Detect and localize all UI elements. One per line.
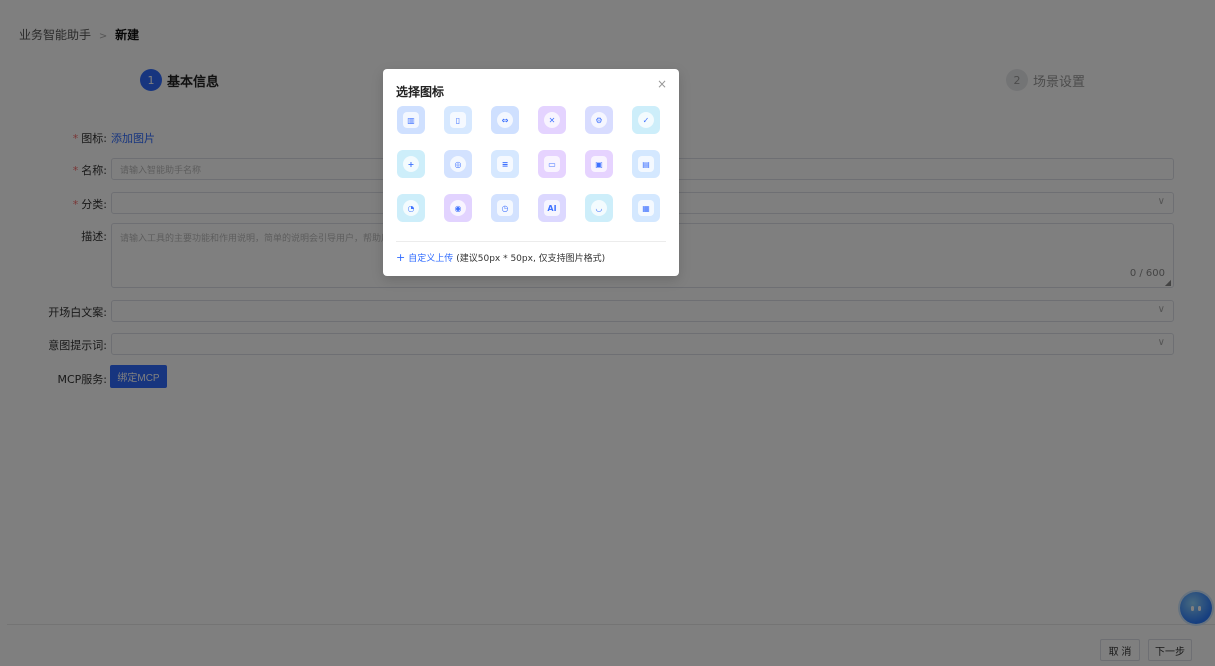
clock-doc-icon[interactable]: ◷	[491, 194, 519, 222]
icon-glyph: AI	[544, 200, 560, 216]
upload-hint: (建议50px * 50px, 仅支持图片格式)	[456, 254, 606, 264]
book-icon[interactable]: ▤	[632, 150, 660, 178]
icon-glyph: ◔	[403, 200, 419, 216]
chat-bubble-icon[interactable]: ◡	[585, 194, 613, 222]
custom-upload-link[interactable]: 自定义上传	[408, 251, 453, 264]
custom-upload-row: + 自定义上传 (建议50px * 50px, 仅支持图片格式)	[396, 251, 605, 264]
settings-circle-icon[interactable]: ⚙	[585, 106, 613, 134]
message-icon[interactable]: ◔	[397, 194, 425, 222]
icon-glyph: ◉	[450, 200, 466, 216]
icon-grid: ▥ ▯ ⇔ ✕ ⚙ ✓ + ◎ ≡ ▭ ▣ ▤ ◔ ◉ ◷ AI ◡ ▦	[397, 106, 660, 222]
divider	[396, 241, 666, 242]
shield-plus-icon[interactable]: +	[397, 150, 425, 178]
icon-glyph: ▣	[591, 156, 607, 172]
icon-glyph: ▦	[638, 200, 654, 216]
icon-glyph: ⇔	[497, 112, 513, 128]
icon-glyph: ◎	[450, 156, 466, 172]
shield-check-icon[interactable]: ✓	[632, 106, 660, 134]
icon-glyph: ⚙	[591, 112, 607, 128]
icon-glyph: ✕	[544, 112, 560, 128]
user-card-icon[interactable]: ▭	[538, 150, 566, 178]
icon-glyph: ≡	[497, 156, 513, 172]
document-list-icon[interactable]: ≡	[491, 150, 519, 178]
icon-glyph: ✓	[638, 112, 654, 128]
swap-icon[interactable]: ⇔	[491, 106, 519, 134]
note-icon[interactable]: ▦	[632, 194, 660, 222]
select-icon-dialog: 选择图标 × ▥ ▯ ⇔ ✕ ⚙ ✓ + ◎ ≡ ▭ ▣ ▤ ◔ ◉ ◷ AI ◡ ▦ + 自定义上传 (建议50…	[383, 69, 679, 276]
tablet-icon[interactable]: ▯	[444, 106, 472, 134]
cancel-circle-icon[interactable]: ✕	[538, 106, 566, 134]
chart-doc-icon[interactable]: ▥	[397, 106, 425, 134]
icon-glyph: +	[403, 156, 419, 172]
icon-glyph: ▥	[403, 112, 419, 128]
plus-icon[interactable]: +	[396, 251, 405, 264]
dialog-title: 选择图标	[396, 85, 445, 99]
icon-glyph: ◷	[497, 200, 513, 216]
close-icon[interactable]: ×	[657, 77, 667, 91]
target-icon[interactable]: ◉	[444, 194, 472, 222]
ai-doc-icon[interactable]: AI	[538, 194, 566, 222]
icon-glyph: ▯	[450, 112, 466, 128]
icon-glyph: ◡	[591, 200, 607, 216]
icon-glyph: ▭	[544, 156, 560, 172]
id-card-icon[interactable]: ▣	[585, 150, 613, 178]
icon-glyph: ▤	[638, 156, 654, 172]
gamepad-icon[interactable]: ◎	[444, 150, 472, 178]
